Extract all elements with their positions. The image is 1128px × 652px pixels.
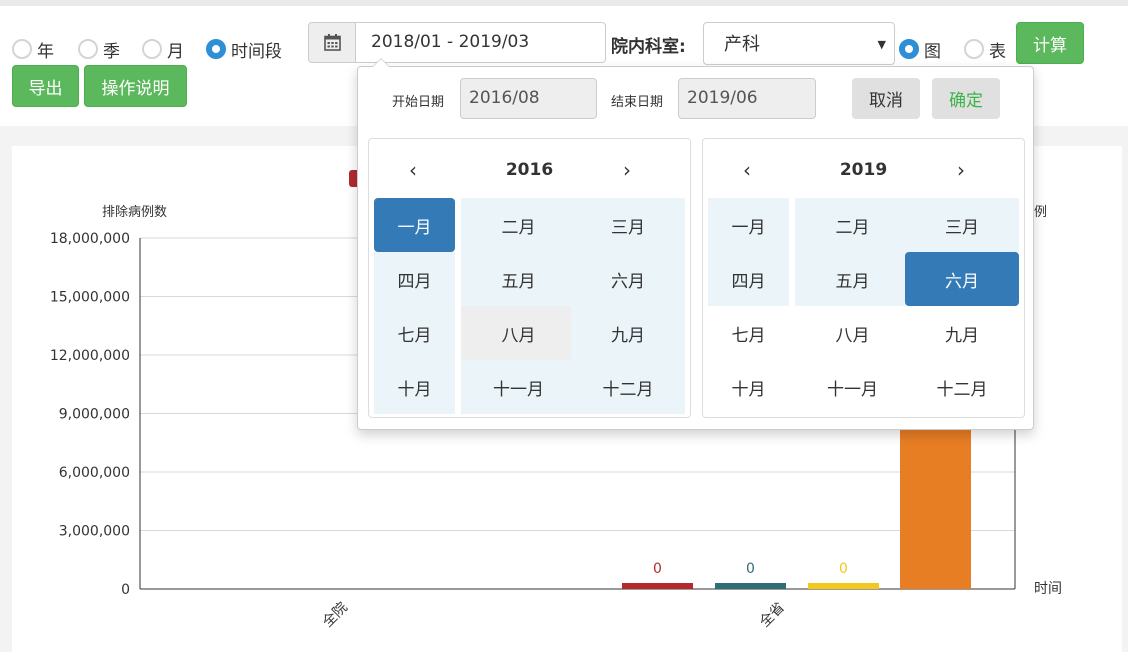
bar-value-label: 0	[653, 561, 662, 577]
month-cell[interactable]: 四月	[374, 252, 455, 306]
cancel-button[interactable]: 取消	[852, 78, 920, 119]
x-category-label: 全院	[319, 599, 351, 631]
calendar-year: 2016	[505, 160, 554, 180]
next-year-icon[interactable]: ›	[623, 158, 631, 182]
y-tick-label: 12,000,000	[50, 348, 130, 364]
chevron-down-icon: ▼	[877, 38, 886, 51]
radio-circle[interactable]	[12, 39, 32, 59]
radio-label: 年	[37, 41, 54, 62]
bar-value-label: 0	[746, 561, 755, 577]
month-cell[interactable]: 一月	[374, 198, 455, 252]
bar-value-label: 0	[839, 561, 848, 577]
confirm-button[interactable]: 确定	[932, 78, 1000, 119]
radio-label: 月	[167, 41, 184, 62]
y-tick-label: 6,000,000	[59, 465, 130, 481]
calendar-icon	[323, 34, 341, 51]
month-cell[interactable]: 二月	[795, 198, 910, 252]
radio-circle[interactable]	[206, 39, 226, 59]
month-cell[interactable]: 七月	[708, 306, 789, 360]
right-calendar: ‹ 2019 › 一月 二月 三月四月 五月 六月七月 八月 九月十月 十一月 十二月	[702, 138, 1025, 418]
department-select[interactable]: 产科 ▼	[703, 22, 895, 65]
bar	[808, 583, 879, 589]
month-cell[interactable]: 十一月	[461, 360, 576, 414]
x-axis-categories: 全院 全省	[319, 599, 788, 631]
bar	[715, 583, 786, 589]
radio-quarter[interactable]: 季	[78, 36, 120, 62]
month-cell[interactable]: 八月	[461, 306, 576, 360]
date-range-input[interactable]: 2018/01 - 2019/03	[356, 22, 606, 63]
radio-month[interactable]: 月	[142, 36, 184, 62]
month-cell[interactable]: 二月	[461, 198, 576, 252]
month-cell[interactable]: 十月	[374, 360, 455, 414]
month-cell[interactable]: 三月	[905, 198, 1019, 252]
month-cell[interactable]: 一月	[708, 198, 789, 252]
radio-label: 季	[103, 41, 120, 62]
radio-period[interactable]: 时间段	[206, 36, 282, 62]
calculate-button[interactable]: 计算	[1016, 22, 1084, 64]
x-category-label: 全省	[756, 599, 788, 631]
y-tick-label: 15,000,000	[50, 290, 130, 306]
calendar-year: 2019	[839, 160, 888, 180]
picker-pointer	[372, 58, 390, 67]
radio-label: 时间段	[231, 41, 282, 62]
month-cell[interactable]: 九月	[905, 306, 1019, 360]
radio-label: 表	[989, 41, 1006, 62]
export-button[interactable]: 导出	[12, 65, 79, 107]
department-value: 产科	[724, 34, 760, 55]
month-cell[interactable]: 十二月	[571, 360, 685, 414]
y-tick-label: 0	[121, 582, 130, 598]
left-calendar: ‹ 2016 › 一月 二月 三月四月 五月 六月七月 八月 九月十月 十一月 十二月	[368, 138, 691, 418]
month-cell[interactable]: 十二月	[905, 360, 1019, 414]
calendar-header: ‹ 2016 ›	[369, 152, 690, 186]
bar	[622, 583, 693, 589]
y-tick-label: 18,000,000	[50, 231, 130, 247]
radio-year[interactable]: 年	[12, 36, 54, 62]
month-cell[interactable]: 十月	[708, 360, 789, 414]
month-cell[interactable]: 八月	[795, 306, 910, 360]
radio-view-table[interactable]: 表	[964, 36, 1006, 62]
department-label: 院内科室:	[611, 37, 686, 57]
next-year-icon[interactable]: ›	[957, 158, 965, 182]
month-cell[interactable]: 六月	[905, 252, 1019, 306]
date-range-picker: 开始日期 2016/08 结束日期 2019/06 取消 确定 ‹ 2016 ›…	[357, 58, 1034, 430]
y-axis-ticks: 18,000,000 15,000,000 12,000,000 9,000,000 6…	[50, 231, 130, 598]
date-addon[interactable]	[308, 22, 356, 63]
month-cell[interactable]: 四月	[708, 252, 789, 306]
month-cell[interactable]: 九月	[571, 306, 685, 360]
month-cell[interactable]: 三月	[571, 198, 685, 252]
end-date-label: 结束日期	[611, 95, 664, 110]
x-axis-label: 时间	[1034, 581, 1062, 597]
radio-view-chart[interactable]: 图	[899, 36, 941, 62]
start-date-label: 开始日期	[392, 95, 445, 110]
radio-circle[interactable]	[142, 39, 162, 59]
radio-circle[interactable]	[78, 39, 98, 59]
month-cell[interactable]: 六月	[571, 252, 685, 306]
radio-label: 图	[924, 41, 941, 62]
calendar-header: ‹ 2019 ›	[703, 152, 1024, 186]
help-button[interactable]: 操作说明	[84, 65, 187, 107]
month-cell[interactable]: 十一月	[795, 360, 910, 414]
end-date-input[interactable]: 2019/06	[678, 78, 816, 119]
radio-circle[interactable]	[964, 39, 984, 59]
radio-circle[interactable]	[899, 39, 919, 59]
y-tick-label: 9,000,000	[59, 407, 130, 423]
start-date-input[interactable]: 2016/08	[460, 78, 597, 119]
month-cell[interactable]: 五月	[795, 252, 910, 306]
y2-axis-label: 例	[1034, 205, 1047, 220]
month-cell[interactable]: 五月	[461, 252, 576, 306]
month-cell[interactable]: 七月	[374, 306, 455, 360]
y-axis-label: 排除病例数	[102, 205, 167, 220]
y-tick-label: 3,000,000	[59, 524, 130, 540]
